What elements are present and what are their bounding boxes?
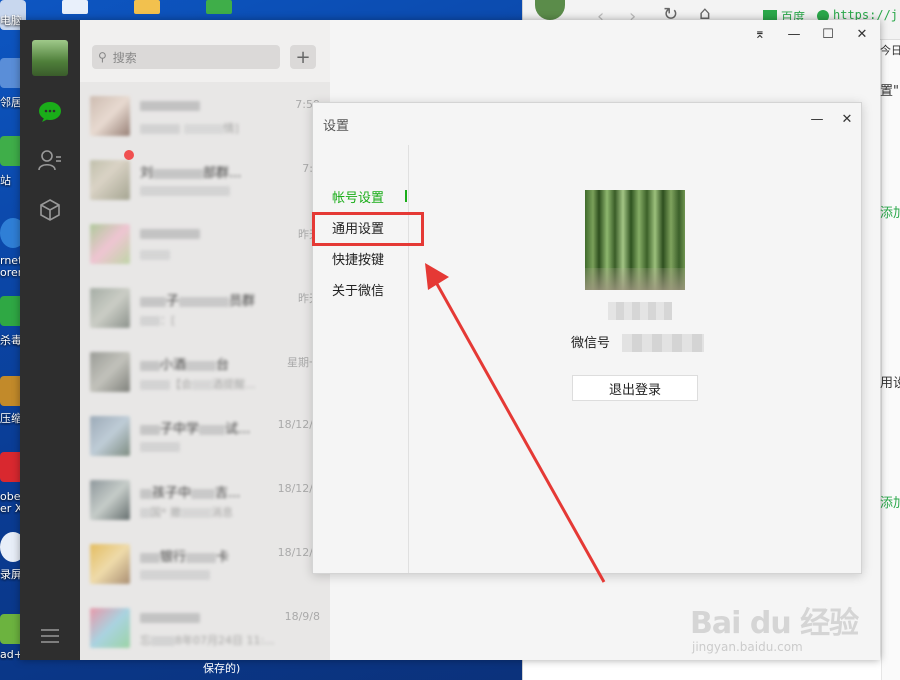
avatar: [90, 608, 130, 648]
menu-item-account-settings[interactable]: 帐号设置: [332, 187, 384, 206]
chat-name: [140, 98, 280, 113]
desktop-label: 站: [0, 174, 11, 187]
search-bar: ⚲ 搜索 +: [80, 20, 330, 82]
list-item[interactable]: 忘 8年07月24日 11:... 18/9/8: [80, 596, 330, 660]
folder-icon[interactable]: [134, 0, 160, 14]
wechat-sidebar: [20, 20, 80, 660]
avatar: [90, 544, 130, 584]
desktop-label: 录屏: [0, 568, 22, 581]
profile-name-redacted: [608, 302, 672, 320]
chat-preview: [140, 568, 290, 581]
menu-item-shortcuts[interactable]: 快捷按键: [332, 249, 384, 268]
active-indicator: [405, 190, 407, 202]
chat-preview: 忘 8年07月24日 11:...: [140, 634, 275, 647]
desktop-label: 邻居: [0, 96, 22, 109]
avatar: [90, 416, 130, 456]
avatar[interactable]: [535, 0, 565, 20]
list-item[interactable]: 昨天: [80, 212, 330, 276]
list-item[interactable]: 子员群 ：[ 昨天: [80, 276, 330, 340]
page-fragment[interactable]: 添加: [880, 202, 900, 221]
minimize-button[interactable]: —: [807, 109, 827, 129]
chat-preview: [140, 248, 290, 261]
annotation-highlight-box: [312, 212, 424, 246]
desktop-label: 电脑: [0, 14, 22, 27]
desktop-label: oren: [0, 266, 22, 279]
avatar: [90, 480, 130, 520]
list-item[interactable]: 小酒台 【会 酒提醒... 星期一: [80, 340, 330, 404]
search-icon: ⚲: [98, 50, 107, 64]
chat-preview: [140, 184, 290, 197]
chat-time: 18/9/8: [284, 610, 320, 623]
chat-preview: 【会 酒提醒...: [140, 376, 290, 392]
chat-name: [140, 226, 280, 241]
chat-name: [140, 610, 280, 625]
logout-button[interactable]: 退出登录: [572, 375, 698, 401]
avatar: [90, 224, 130, 264]
chat-name: 子中学 试...: [140, 418, 280, 437]
chat-name: 银行卡: [140, 546, 280, 565]
favorites-cube-icon[interactable]: [36, 196, 64, 224]
chat-list-panel: ⚲ 搜索 + 情] 7:59 刘部群... 7:2 昨天 子员群: [80, 20, 330, 660]
menu-icon[interactable]: [36, 622, 64, 650]
watermark-url: jingyan.baidu.com: [692, 640, 803, 654]
list-item[interactable]: 银行卡 18/12/2: [80, 532, 330, 596]
pin-icon[interactable]: ⌆: [750, 24, 770, 44]
chat-name: 小酒台: [140, 354, 280, 373]
page-fragment: 今日: [880, 44, 900, 57]
app-icon[interactable]: [206, 0, 232, 14]
watermark-logo: Bai du 经验: [690, 606, 859, 641]
list-item[interactable]: 子中学 试... 18/12/2: [80, 404, 330, 468]
avatar: [90, 288, 130, 328]
menu-item-about-wechat[interactable]: 关于微信: [332, 280, 384, 299]
document-icon[interactable]: [62, 0, 88, 14]
search-placeholder: 搜索: [112, 50, 137, 65]
page-fragment: 置": [880, 84, 899, 99]
desktop-label: 压缩: [0, 412, 22, 425]
unread-badge: [124, 150, 134, 160]
user-avatar[interactable]: [32, 40, 68, 76]
avatar: [90, 352, 130, 392]
wechat-id-label: 微信号: [571, 336, 611, 351]
chat-preview: [140, 440, 290, 453]
maximize-button[interactable]: ☐: [818, 24, 838, 44]
list-item[interactable]: 孩子中 吉... 国* 撤消息 18/12/2: [80, 468, 330, 532]
browser-page-strip: [881, 40, 900, 680]
chat-icon[interactable]: [36, 98, 64, 126]
avatar: [90, 96, 130, 136]
list-item[interactable]: 刘部群... 7:2: [80, 148, 330, 212]
desktop-label: ad+: [0, 648, 22, 661]
desktop-label: er X: [0, 502, 22, 515]
close-button[interactable]: ✕: [852, 24, 872, 44]
page-fragment: 用设: [880, 376, 900, 391]
search-input[interactable]: ⚲ 搜索: [92, 45, 280, 69]
chat-name: 孩子中 吉...: [140, 482, 280, 501]
minimize-button[interactable]: —: [784, 24, 804, 44]
wechat-id-redacted: [622, 334, 704, 352]
chat-preview: 国* 撤消息: [140, 504, 290, 520]
settings-menu: [313, 145, 409, 573]
list-item[interactable]: 情] 7:59: [80, 84, 330, 148]
chat-preview: 情]: [140, 120, 290, 136]
add-chat-button[interactable]: +: [290, 45, 316, 69]
baidu-watermark: Bai du 经验 jingyan.baidu.com: [690, 598, 860, 660]
chat-name: 刘部群...: [140, 166, 242, 181]
avatar: [90, 160, 130, 200]
page-fragment[interactable]: 添加: [880, 492, 900, 511]
profile-photo: [585, 190, 685, 290]
chat-name: 子员群: [140, 290, 280, 309]
desktop-label: 杀毒: [0, 334, 22, 347]
contacts-icon[interactable]: [36, 146, 64, 174]
taskbar-caption: 保存的): [203, 662, 241, 675]
chat-preview: ：[: [140, 312, 290, 328]
dialog-title: 设置: [323, 119, 350, 134]
close-button[interactable]: ✕: [837, 109, 857, 129]
